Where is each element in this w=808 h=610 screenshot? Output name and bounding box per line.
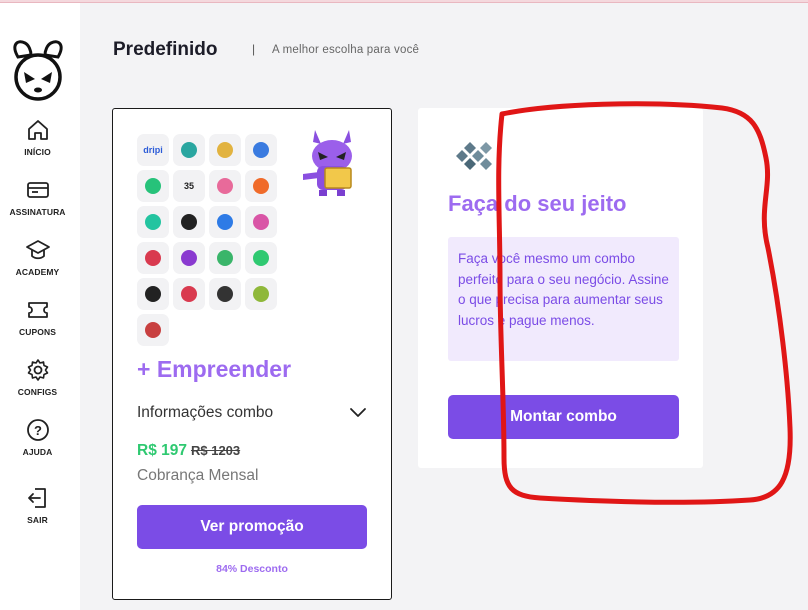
custom-combo-card: Faça do seu jeito Faça você mesmo um com… [418, 108, 703, 468]
billing-period: Cobrança Mensal [137, 467, 259, 484]
custom-card-description: Faça você mesmo um combo perfeito para o… [448, 237, 679, 361]
diamond-grid-logo-icon [456, 142, 492, 170]
sidebar-item-inicio[interactable]: INÍCIO [0, 117, 75, 157]
card-icon [26, 182, 49, 198]
app-icon [137, 314, 169, 346]
app-logo-icon [217, 142, 233, 158]
app-logo-icon [181, 250, 197, 266]
graduation-cap-icon [25, 240, 50, 260]
sidebar-item-label: CUPONS [19, 327, 56, 337]
sidebar-item-label: CONFIGS [17, 387, 58, 397]
combo-title: + Empreender [137, 356, 292, 382]
old-price: R$ 1203 [190, 443, 241, 458]
app-icon [245, 278, 277, 310]
sidebar-item-sair[interactable]: SAIR [0, 485, 75, 525]
app-logo-icon [145, 214, 161, 230]
discount-label: 84% Desconto [216, 563, 288, 575]
logout-icon [27, 488, 46, 508]
app-icon [209, 134, 241, 166]
app-logo-icon [145, 322, 161, 338]
app-icon [137, 170, 169, 202]
app-icons-grid: dripi 35 [137, 134, 277, 346]
app-logo-icon [253, 250, 269, 266]
app-logo-icon [253, 286, 269, 302]
app-icon: 35 [173, 170, 205, 202]
app-logo-icon [217, 178, 233, 194]
sidebar-item-label: ASSINATURA [9, 207, 66, 217]
app-logo-icon [145, 286, 161, 302]
custom-card-title: Faça do seu jeito [448, 191, 627, 216]
sidebar-item-academy[interactable]: ACADEMY [0, 237, 75, 277]
app-icon [173, 206, 205, 238]
app-logo-icon [145, 250, 161, 266]
help-icon: ? [26, 419, 49, 441]
sidebar-item-label: AJUDA [22, 447, 53, 457]
app-logo-icon [253, 142, 269, 158]
main-content: Predefinido | A melhor escolha para você… [80, 3, 808, 610]
title-separator: | [252, 42, 256, 56]
ticket-icon [27, 302, 48, 318]
app-icon [173, 134, 205, 166]
sidebar-item-assinatura[interactable]: ASSINATURA [0, 177, 75, 217]
app-icon-label: 35 [183, 181, 194, 191]
app-icon [209, 242, 241, 274]
app-logo-icon [253, 214, 269, 230]
chevron-down-icon [350, 408, 366, 417]
sidebar-item-configs[interactable]: CONFIGS [0, 357, 75, 397]
app-icon [209, 278, 241, 310]
sidebar-item-label: INÍCIO [24, 147, 51, 157]
app-icon [245, 134, 277, 166]
page-title: Predefinido [113, 39, 218, 60]
app-logo-icon [253, 178, 269, 194]
app-icon: dripi [137, 134, 169, 166]
sidebar-item-ajuda[interactable]: ? AJUDA [0, 417, 75, 457]
app-icon [209, 170, 241, 202]
home-icon [27, 120, 48, 140]
app-icon-label: dripi [143, 145, 163, 155]
app-logo-icon [217, 286, 233, 302]
app-icon [137, 242, 169, 274]
current-price: R$ 197 [137, 442, 187, 459]
app-icon [137, 278, 169, 310]
sidebar-item-label: ACADEMY [15, 267, 60, 277]
mascot-icon [303, 130, 352, 196]
app-icon [245, 170, 277, 202]
app-logo-icon [181, 142, 197, 158]
app-logo-icon [181, 214, 197, 230]
app-icon [137, 206, 169, 238]
price-row: R$ 197 R$ 1203 [137, 442, 240, 460]
app-icon [173, 242, 205, 274]
montar-combo-button[interactable]: Montar combo [448, 395, 679, 439]
svg-text:?: ? [34, 423, 42, 438]
logo-icon [13, 40, 63, 101]
combo-info-toggle[interactable]: Informações combo [137, 401, 367, 425]
sidebar-item-cupons[interactable]: CUPONS [0, 297, 75, 337]
gear-icon [27, 359, 48, 381]
app-logo-icon [181, 286, 197, 302]
app-logo-icon [217, 214, 233, 230]
app-logo-icon [217, 250, 233, 266]
combo-info-label: Informações combo [137, 404, 274, 421]
ver-promocao-button[interactable]: Ver promoção [137, 505, 367, 549]
app-logo-icon [145, 178, 161, 194]
combo-card-empreender: dripi 35 + Empreender Informações combo R… [112, 108, 392, 600]
app-icon [245, 206, 277, 238]
page-subtitle: A melhor escolha para você [272, 44, 420, 56]
app-icon [173, 278, 205, 310]
sidebar: INÍCIO ASSINATURA ACADEMY CUPONS CONFIGS… [0, 3, 80, 610]
app-icon [245, 242, 277, 274]
app-icon [209, 206, 241, 238]
sidebar-item-label: SAIR [27, 515, 48, 525]
